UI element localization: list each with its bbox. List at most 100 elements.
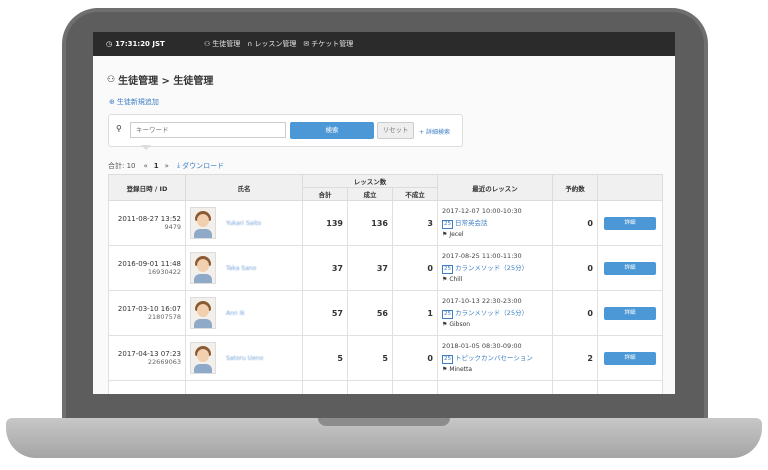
table-row: 2016-09-01 11:48 16930422 Taka Sano 37 3… (108, 245, 663, 291)
add-student-link[interactable]: ⊕ 生徒新規追加 (109, 97, 159, 107)
register-date: 2017-04-13 07:23 (117, 350, 181, 358)
prev-page[interactable]: « (144, 162, 148, 170)
cell-reservations: 0 (552, 290, 598, 336)
cell-actions: 詳細 (597, 335, 663, 381)
nav-tickets-label: チケット管理 (311, 40, 354, 48)
search-panel: ⚲ 検索 リセット + 詳細検索 (108, 114, 463, 147)
lesson-info[interactable]: 25 日常英会話 (442, 217, 548, 229)
app-screen: ◷ 17:31:20 JST ⚇ 生徒管理 ∩ レッスン管理 ✉ チケット管理 … (93, 32, 675, 394)
lesson-time: 2017-10-13 22:30-23:00 (442, 297, 522, 305)
download-label: ダウンロード (182, 162, 225, 170)
cell-undone: 1 (392, 290, 438, 336)
advanced-search-label: 詳細検索 (425, 129, 450, 136)
student-id: 9479 (164, 223, 181, 231)
teacher: ⚑ Minetta (442, 364, 548, 376)
nav-lessons-label: レッスン管理 (254, 40, 297, 48)
cell-done: 37 (347, 245, 393, 291)
student-name-link[interactable]: Satoru Ueno (226, 355, 263, 362)
nav-lessons[interactable]: ∩ レッスン管理 (247, 39, 296, 49)
current-page[interactable]: 1 (154, 162, 159, 170)
register-date: 2016-09-01 11:48 (117, 260, 181, 268)
cell-total (302, 380, 348, 394)
clock-icon: ◷ (106, 40, 113, 48)
list-meta: 合計: 10 « 1 » ⤓ ダウンロード (108, 161, 224, 171)
cell-total: 37 (302, 245, 348, 291)
avatar (190, 297, 216, 329)
teacher: ⚑ Gibson (442, 319, 548, 331)
flag-icon: ⚑ (442, 276, 448, 283)
download-icon: ⤓ (176, 161, 181, 169)
cell-reservations: 2 (552, 335, 598, 381)
clock: ◷ 17:31:20 JST (106, 40, 204, 48)
teacher-name: Chill (449, 276, 463, 283)
detail-button[interactable]: 詳細 (604, 261, 656, 275)
cell-reservations (552, 380, 598, 394)
cell-actions (597, 380, 663, 394)
col-reservations: 予約数 (552, 174, 598, 201)
teacher: ⚑ Chill (442, 274, 548, 286)
table-row: 2018-01-03 11:30-12:00 (108, 380, 663, 394)
lesson-info[interactable]: 25 カランメソッド（25分） (442, 307, 548, 319)
lesson-title[interactable]: 日常英会話 (455, 219, 488, 227)
page-title-text: 生徒管理 > 生徒管理 (118, 76, 214, 87)
teacher-name: Jecel (449, 231, 464, 238)
add-student-label: 生徒新規追加 (116, 98, 159, 106)
student-id: 16930422 (147, 268, 181, 276)
avatar (190, 252, 216, 284)
student-name-link[interactable]: Ann Ik (226, 310, 245, 317)
nav-tickets[interactable]: ✉ チケット管理 (303, 39, 353, 49)
cell-name: Yukari Saito (185, 200, 303, 246)
search-input[interactable] (130, 122, 286, 138)
clock-label: 17:31:20 JST (115, 40, 165, 48)
cell-date-id: 2011-08-27 13:52 9479 (108, 200, 186, 246)
cell-date-id (108, 380, 186, 394)
headset-icon: ∩ (247, 40, 253, 48)
advanced-search-link[interactable]: + 詳細検索 (419, 127, 450, 136)
cell-name (185, 380, 303, 394)
students-table: 登録日時 / ID 氏名 レッスン数 最近のレッスン 予約数 合計 成立 不成立… (108, 174, 663, 394)
avatar (190, 342, 216, 374)
detail-button[interactable]: 詳細 (604, 306, 656, 320)
cell-date-id: 2017-04-13 07:23 22669063 (108, 335, 186, 381)
ticket-icon: ✉ (303, 40, 310, 48)
cell-date-id: 2016-09-01 11:48 16930422 (108, 245, 186, 291)
detail-button[interactable]: 詳細 (604, 216, 656, 230)
pagination: « 1 » (144, 162, 169, 170)
reset-button[interactable]: リセット (377, 122, 414, 139)
cell-actions: 詳細 (597, 245, 663, 291)
detail-button[interactable]: 詳細 (604, 351, 656, 365)
student-name-link[interactable]: Yukari Saito (226, 220, 261, 227)
table-row: 2011-08-27 13:52 9479 Yukari Saito 139 1… (108, 200, 663, 246)
nav-students-label: 生徒管理 (212, 40, 241, 48)
search-button[interactable]: 検索 (290, 122, 374, 139)
flag-icon: ⚑ (442, 231, 448, 238)
lesson-time: 2017-12-07 10:00-10:30 (442, 207, 522, 215)
plus-circle-icon: ⊕ (109, 98, 115, 106)
cell-recent-lesson: 2017-12-07 10:00-10:30 25 日常英会話 ⚑ Jecel (437, 200, 553, 246)
cell-reservations: 0 (552, 245, 598, 291)
cell-reservations: 0 (552, 200, 598, 246)
cell-total: 57 (302, 290, 348, 336)
cell-total: 139 (302, 200, 348, 246)
lesson-info[interactable]: 25 カランメソッド（25分） (442, 262, 548, 274)
lesson-title[interactable]: カランメソッド（25分） (455, 264, 528, 272)
lesson-title[interactable]: カランメソッド（25分） (455, 309, 528, 317)
col-done: 成立 (347, 187, 393, 201)
download-link[interactable]: ⤓ ダウンロード (177, 161, 224, 171)
next-page[interactable]: » (165, 162, 169, 170)
student-id: 22669063 (147, 358, 181, 366)
lesson-info[interactable]: 25 トピックカンバセーション (442, 352, 548, 364)
students-icon: ⚇ (107, 74, 116, 85)
cell-recent-lesson: 2017-08-25 11:00-11:30 25 カランメソッド（25分） ⚑ … (437, 245, 553, 291)
col-recent: 最近のレッスン (437, 174, 553, 201)
nav-students[interactable]: ⚇ 生徒管理 (204, 39, 240, 49)
col-total: 合計 (302, 187, 348, 201)
student-name-link[interactable]: Taka Sano (226, 265, 256, 272)
lesson-minutes-badge: 25 (442, 355, 453, 364)
table-row: 2017-04-13 07:23 22669063 Satoru Ueno 5 … (108, 335, 663, 381)
cell-done: 136 (347, 200, 393, 246)
student-id: 21807578 (147, 313, 181, 321)
teacher-name: Gibson (449, 321, 471, 328)
lesson-title[interactable]: トピックカンバセーション (455, 354, 533, 362)
cell-total: 5 (302, 335, 348, 381)
